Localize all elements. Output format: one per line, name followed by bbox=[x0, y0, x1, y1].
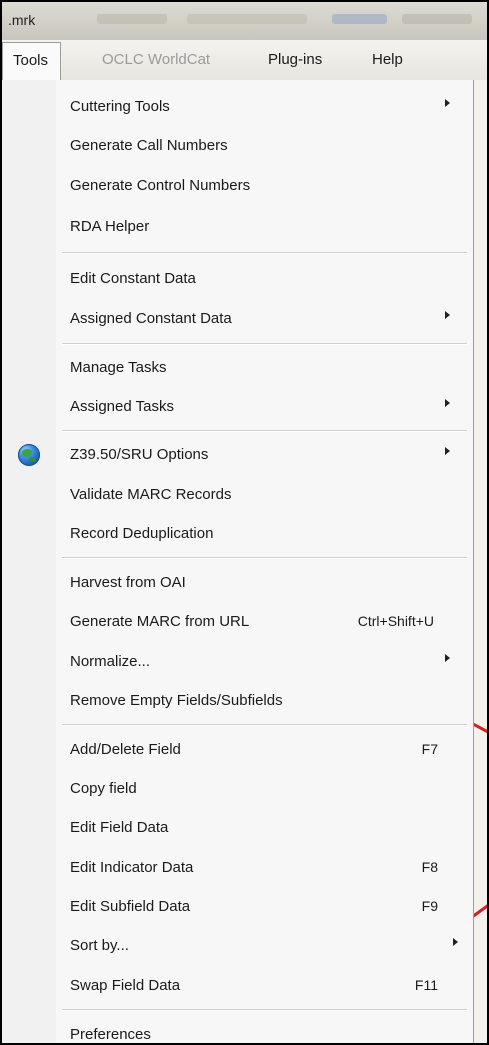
menu-oclc-worldcat[interactable]: OCLC WorldCat bbox=[102, 51, 210, 68]
menu-plug-ins[interactable]: Plug-ins bbox=[268, 51, 322, 68]
menu-item-label: Edit Subfield Data bbox=[70, 898, 191, 915]
menu-item-label: Normalize... bbox=[70, 653, 151, 670]
menu-item-preferences[interactable]: Preferences bbox=[2, 1018, 472, 1043]
menu-separator bbox=[62, 724, 467, 726]
menu-item-record-deduplication[interactable]: Record Deduplication bbox=[2, 517, 472, 549]
menu-item-label: Z39.50/SRU Options bbox=[70, 446, 209, 463]
submenu-arrow-icon bbox=[445, 654, 450, 662]
menu-item-label: Assigned Constant Data bbox=[70, 310, 232, 327]
menu-tools[interactable]: Tools bbox=[2, 42, 62, 80]
title-bar-blur bbox=[402, 14, 472, 24]
menu-item-rda-helper[interactable]: RDA Helper bbox=[2, 210, 472, 242]
menu-item-label: Record Deduplication bbox=[70, 525, 214, 542]
submenu-arrow-icon bbox=[453, 938, 458, 946]
application-window: .mrk Tools OCLC WorldCat Plug-ins Help C… bbox=[0, 0, 489, 1045]
menu-item-shortcut: Ctrl+Shift+U bbox=[357, 613, 434, 629]
menu-item-label: Sort by... bbox=[70, 937, 129, 954]
menu-separator bbox=[62, 343, 467, 345]
menu-item-edit-field-data[interactable]: Edit Field Data bbox=[2, 811, 472, 843]
menu-item-remove-empty-fields-subfields[interactable]: Remove Empty Fields/Subfields bbox=[2, 684, 472, 716]
menu-separator bbox=[62, 430, 467, 432]
menu-item-edit-indicator-data[interactable]: Edit Indicator Data F8 bbox=[2, 851, 472, 883]
submenu-arrow-icon bbox=[445, 99, 450, 107]
menu-item-normalize[interactable]: Normalize... bbox=[2, 645, 472, 677]
menu-item-shortcut: F8 bbox=[421, 859, 438, 875]
menu-item-shortcut: F9 bbox=[421, 898, 438, 914]
menu-separator bbox=[62, 252, 467, 254]
menu-item-generate-marc-from-url[interactable]: Generate MARC from URL Ctrl+Shift+U bbox=[2, 605, 472, 637]
menu-item-label: Remove Empty Fields/Subfields bbox=[70, 692, 283, 709]
menu-separator bbox=[62, 1009, 467, 1011]
submenu-arrow-icon bbox=[445, 311, 450, 319]
menu-item-validate-marc-records[interactable]: Validate MARC Records bbox=[2, 478, 472, 510]
title-bar-blur bbox=[332, 14, 387, 24]
menu-item-cuttering-tools[interactable]: Cuttering Tools bbox=[2, 90, 472, 122]
menu-help[interactable]: Help bbox=[372, 51, 403, 68]
menu-separator bbox=[62, 557, 467, 559]
menu-item-label: Generate Call Numbers bbox=[70, 137, 228, 154]
submenu-arrow-icon bbox=[445, 447, 450, 455]
menu-item-generate-call-numbers[interactable]: Generate Call Numbers bbox=[2, 129, 472, 161]
menu-item-z3950-sru-options[interactable]: Z39.50/SRU Options bbox=[2, 438, 472, 470]
menu-item-sort-by[interactable]: Sort by... bbox=[2, 929, 472, 961]
menu-item-label: Edit Constant Data bbox=[70, 270, 196, 287]
menu-item-edit-subfield-data[interactable]: Edit Subfield Data F9 bbox=[2, 890, 472, 922]
window-title: .mrk bbox=[8, 12, 36, 28]
menu-item-add-delete-field[interactable]: Add/Delete Field F7 bbox=[2, 733, 472, 765]
menu-item-label: Validate MARC Records bbox=[70, 486, 232, 503]
menu-item-manage-tasks[interactable]: Manage Tasks bbox=[2, 351, 472, 383]
menu-item-edit-constant-data[interactable]: Edit Constant Data bbox=[2, 262, 472, 294]
menu-item-label: Edit Indicator Data bbox=[70, 859, 194, 876]
globe-icon bbox=[18, 444, 40, 466]
menu-item-label: Manage Tasks bbox=[70, 359, 167, 376]
menu-item-label: Generate Control Numbers bbox=[70, 177, 251, 194]
menu-item-harvest-from-oai[interactable]: Harvest from OAI bbox=[2, 566, 472, 598]
title-bar: .mrk bbox=[2, 2, 487, 40]
menu-item-label: Assigned Tasks bbox=[70, 398, 174, 415]
menu-item-label: Cuttering Tools bbox=[70, 98, 170, 115]
tools-dropdown-menu: Cuttering Tools Generate Call Numbers Ge… bbox=[2, 80, 474, 1043]
menu-item-shortcut: F7 bbox=[421, 741, 438, 757]
title-bar-blur bbox=[97, 14, 167, 24]
menu-item-label: Add/Delete Field bbox=[70, 741, 181, 758]
submenu-arrow-icon bbox=[445, 399, 450, 407]
menu-bar: Tools OCLC WorldCat Plug-ins Help bbox=[2, 40, 487, 81]
menu-item-label: Harvest from OAI bbox=[70, 574, 186, 591]
menu-item-label: RDA Helper bbox=[70, 218, 150, 235]
menu-item-label: Copy field bbox=[70, 780, 137, 797]
menu-item-label: Generate MARC from URL bbox=[70, 613, 250, 630]
menu-item-assigned-tasks[interactable]: Assigned Tasks bbox=[2, 390, 472, 422]
menu-item-assigned-constant-data[interactable]: Assigned Constant Data bbox=[2, 302, 472, 334]
menu-item-label: Edit Field Data bbox=[70, 819, 169, 836]
menu-item-label: Swap Field Data bbox=[70, 977, 181, 994]
menu-item-swap-field-data[interactable]: Swap Field Data F11 bbox=[2, 969, 472, 1001]
title-bar-blur bbox=[187, 14, 307, 24]
menu-item-label: Preferences bbox=[70, 1026, 151, 1043]
menu-item-copy-field[interactable]: Copy field bbox=[2, 772, 472, 804]
menu-item-generate-control-numbers[interactable]: Generate Control Numbers bbox=[2, 169, 472, 201]
menu-item-shortcut: F11 bbox=[414, 977, 438, 993]
